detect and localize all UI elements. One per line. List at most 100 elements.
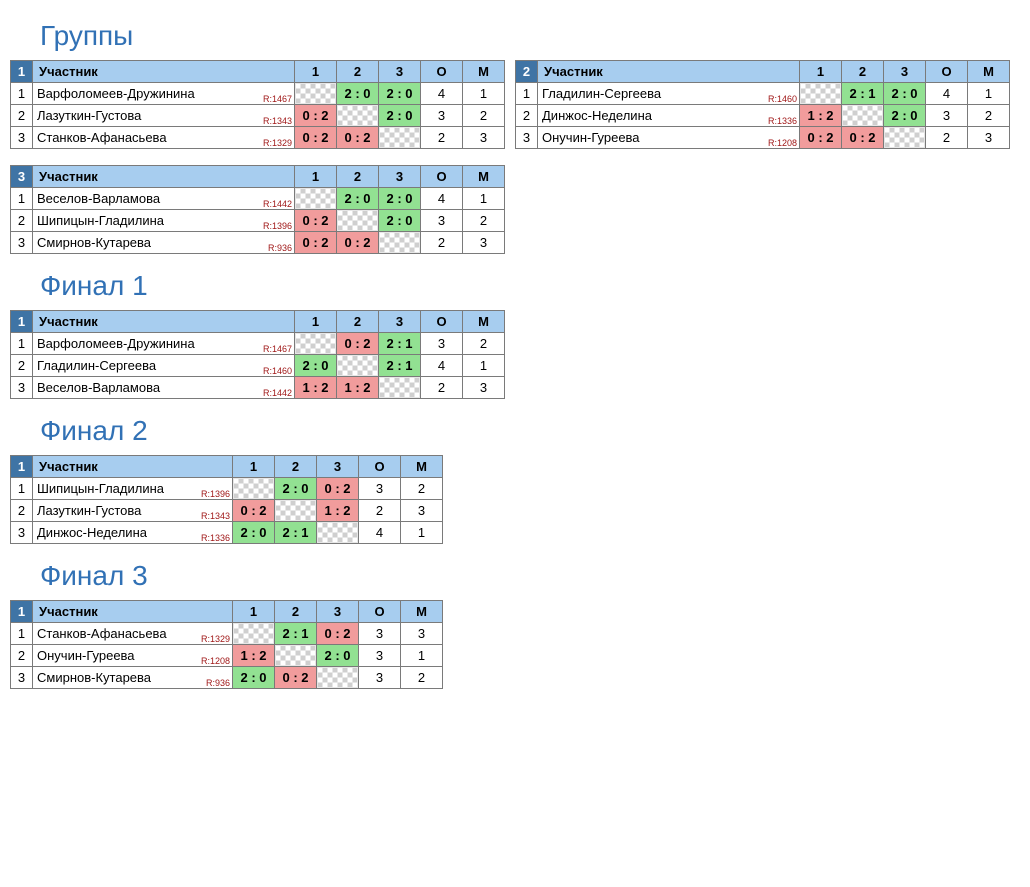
row-number: 3	[516, 127, 538, 149]
points-cell: 4	[421, 83, 463, 105]
points-header: О	[359, 456, 401, 478]
participant-name: Лазуткин-Густова	[37, 503, 141, 518]
table-number-header: 2	[516, 61, 538, 83]
points-cell: 2	[359, 500, 401, 522]
score-cell: 1 : 2	[295, 377, 337, 399]
participant-cell: Лазуткин-ГустоваR:1343	[33, 500, 233, 522]
tables-container: 1Участник123ОМ1Варфоломеев-ДружининаR:14…	[10, 60, 1020, 260]
participant-rating: R:1336	[201, 533, 230, 543]
round-robin-table: 1Участник123ОМ1Варфоломеев-ДружининаR:14…	[10, 310, 505, 399]
participant-name: Станков-Афанасьева	[37, 130, 167, 145]
participant-header: Участник	[33, 61, 295, 83]
place-cell: 3	[968, 127, 1010, 149]
table-row: 1Гладилин-СергееваR:14602 : 12 : 041	[516, 83, 1010, 105]
opponent-col-header: 3	[317, 456, 359, 478]
row-number: 2	[11, 500, 33, 522]
participant-name: Варфоломеев-Дружинина	[37, 86, 195, 101]
table-row: 3Смирнов-КутареваR:9360 : 20 : 223	[11, 232, 505, 254]
row-number: 3	[11, 127, 33, 149]
participant-header: Участник	[33, 166, 295, 188]
opponent-col-header: 2	[842, 61, 884, 83]
score-cell: 2 : 0	[379, 105, 421, 127]
place-cell: 2	[401, 478, 443, 500]
participant-cell: Смирнов-КутареваR:936	[33, 667, 233, 689]
place-header: М	[463, 166, 505, 188]
participant-name: Онучин-Гуреева	[37, 648, 135, 663]
table-row: 3Онучин-ГурееваR:12080 : 20 : 223	[516, 127, 1010, 149]
score-cell: 1 : 2	[337, 377, 379, 399]
opponent-col-header: 1	[295, 311, 337, 333]
row-number: 3	[11, 522, 33, 544]
score-cell: 0 : 2	[337, 127, 379, 149]
round-robin-table: 3Участник123ОМ1Веселов-ВарламоваR:14422 …	[10, 165, 505, 254]
table-row: 3Динжос-НеделинаR:13362 : 02 : 141	[11, 522, 443, 544]
points-cell: 3	[359, 667, 401, 689]
score-cell: 0 : 2	[842, 127, 884, 149]
place-cell: 3	[463, 377, 505, 399]
place-cell: 3	[401, 623, 443, 645]
section-title: Финал 3	[40, 560, 1020, 592]
opponent-col-header: 3	[379, 166, 421, 188]
self-cell	[337, 355, 379, 377]
score-cell: 0 : 2	[337, 333, 379, 355]
participant-cell: Варфоломеев-ДружининаR:1467	[33, 333, 295, 355]
round-robin-table: 1Участник123ОМ1Шипицын-ГладилинаR:13962 …	[10, 455, 443, 544]
place-cell: 2	[463, 210, 505, 232]
score-cell: 2 : 0	[884, 105, 926, 127]
score-cell: 0 : 2	[295, 210, 337, 232]
participant-rating: R:1329	[201, 634, 230, 644]
place-cell: 2	[463, 333, 505, 355]
score-cell: 2 : 1	[275, 623, 317, 645]
round-robin-table: 1Участник123ОМ1Варфоломеев-ДружининаR:14…	[10, 60, 505, 149]
place-cell: 3	[463, 127, 505, 149]
score-cell: 2 : 0	[379, 188, 421, 210]
opponent-col-header: 2	[275, 601, 317, 623]
self-cell	[275, 645, 317, 667]
self-cell	[379, 232, 421, 254]
opponent-col-header: 2	[275, 456, 317, 478]
points-header: О	[359, 601, 401, 623]
table-row: 2Лазуткин-ГустоваR:13430 : 22 : 032	[11, 105, 505, 127]
tables-container: 1Участник123ОМ1Станков-АфанасьеваR:13292…	[10, 600, 1020, 695]
table-row: 2Онучин-ГурееваR:12081 : 22 : 031	[11, 645, 443, 667]
self-cell	[317, 522, 359, 544]
score-cell: 0 : 2	[295, 232, 337, 254]
self-cell	[884, 127, 926, 149]
participant-cell: Онучин-ГурееваR:1208	[33, 645, 233, 667]
participant-cell: Веселов-ВарламоваR:1442	[33, 377, 295, 399]
participant-name: Онучин-Гуреева	[542, 130, 640, 145]
participant-rating: R:1396	[201, 489, 230, 499]
participant-cell: Лазуткин-ГустоваR:1343	[33, 105, 295, 127]
score-cell: 1 : 2	[233, 645, 275, 667]
points-cell: 3	[359, 478, 401, 500]
table-number-header: 1	[11, 61, 33, 83]
table-row: 2Шипицын-ГладилинаR:13960 : 22 : 032	[11, 210, 505, 232]
participant-name: Станков-Афанасьева	[37, 626, 167, 641]
self-cell	[379, 127, 421, 149]
table-row: 2Динжос-НеделинаR:13361 : 22 : 032	[516, 105, 1010, 127]
opponent-col-header: 1	[800, 61, 842, 83]
table-row: 1Варфоломеев-ДружининаR:14672 : 02 : 041	[11, 83, 505, 105]
self-cell	[379, 377, 421, 399]
points-cell: 4	[421, 355, 463, 377]
score-cell: 0 : 2	[800, 127, 842, 149]
participant-header: Участник	[33, 601, 233, 623]
score-cell: 2 : 1	[842, 83, 884, 105]
self-cell	[295, 333, 337, 355]
place-cell: 3	[401, 500, 443, 522]
participant-cell: Станков-Афанасьева R:1329	[33, 623, 233, 645]
self-cell	[317, 667, 359, 689]
score-cell: 0 : 2	[295, 105, 337, 127]
round-robin-table: 2Участник123ОМ1Гладилин-СергееваR:14602 …	[515, 60, 1010, 149]
participant-cell: Онучин-ГурееваR:1208	[538, 127, 800, 149]
points-cell: 4	[926, 83, 968, 105]
score-cell: 1 : 2	[317, 500, 359, 522]
participant-rating: R:1460	[768, 94, 797, 104]
points-cell: 3	[359, 623, 401, 645]
points-cell: 3	[421, 210, 463, 232]
participant-cell: Веселов-ВарламоваR:1442	[33, 188, 295, 210]
points-cell: 3	[359, 645, 401, 667]
opponent-col-header: 1	[233, 456, 275, 478]
participant-cell: Динжос-НеделинаR:1336	[538, 105, 800, 127]
participant-rating: R:1467	[263, 344, 292, 354]
